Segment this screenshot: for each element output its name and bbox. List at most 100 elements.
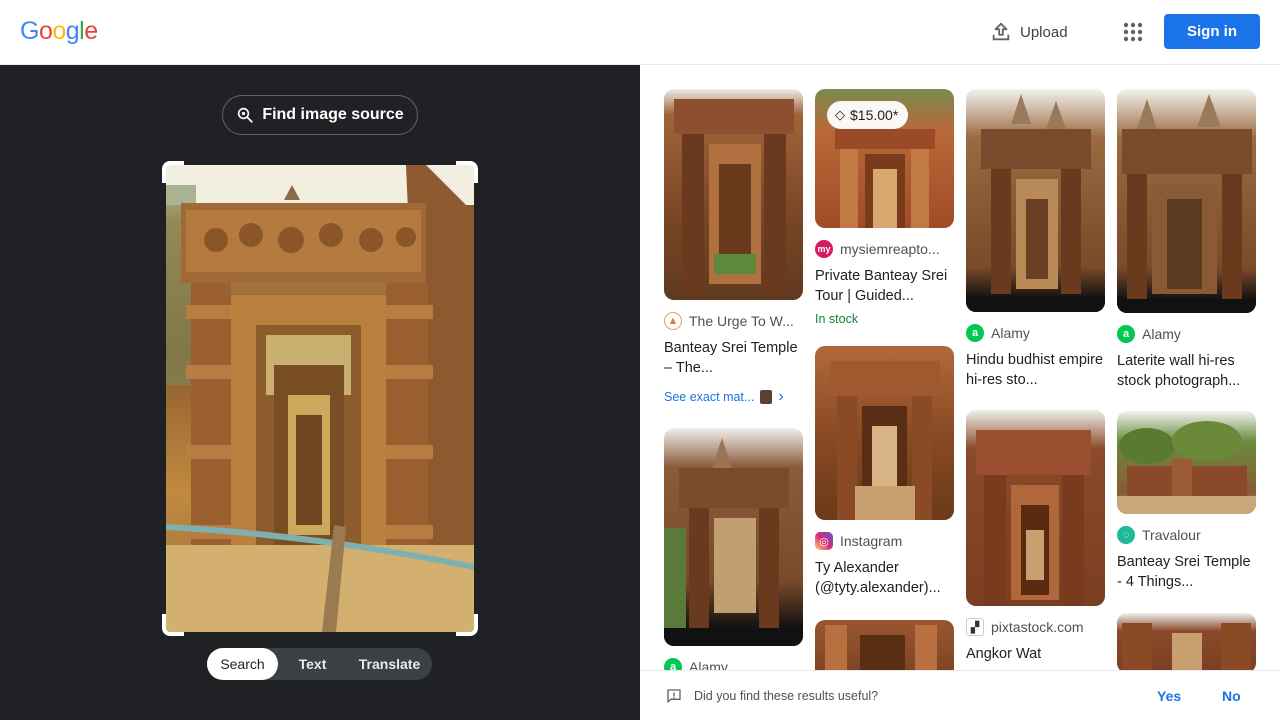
temple-doorway-photo [166, 165, 474, 632]
result-source-name: Alamy [1142, 326, 1181, 342]
urge-favicon-icon: ▲ [664, 312, 682, 330]
feedback-yes-button[interactable]: Yes [1157, 688, 1181, 704]
crop-handle[interactable] [456, 614, 478, 636]
travalour-favicon-icon: ◌ [1117, 526, 1135, 544]
feedback-icon [667, 689, 681, 703]
result-source-name: Alamy [689, 659, 728, 670]
temple-thumbnail [1117, 421, 1256, 514]
result-source[interactable]: ◌ Travalour [1117, 526, 1256, 544]
result-card[interactable]: a Alamy Hindu budhist empire hi-res sto.… [966, 89, 1105, 390]
result-thumbnail[interactable] [1117, 411, 1256, 514]
find-image-source-label: Find image source [262, 106, 404, 123]
temple-thumbnail [1117, 94, 1256, 313]
temple-thumbnail [674, 99, 794, 294]
tab-search[interactable]: Search [207, 648, 278, 680]
crop-handle[interactable] [162, 614, 184, 636]
query-image-pane: Find image source Search Text Translate [0, 65, 640, 720]
result-title[interactable]: Hindu budhist empire hi-res sto... [966, 350, 1105, 390]
result-thumbnail[interactable] [664, 89, 803, 300]
result-source-name: Instagram [840, 533, 903, 549]
stock-status: In stock [815, 312, 859, 326]
query-image [166, 165, 474, 632]
exact-match-thumb-icon [760, 390, 773, 404]
result-title[interactable]: Banteay Srei Temple - 4 Things... [1117, 552, 1256, 592]
result-source[interactable]: ▲ The Urge To W... [664, 312, 803, 330]
result-source-name: mysiemreapto... [840, 241, 940, 257]
logo-letter: g [65, 17, 80, 45]
upload-button[interactable]: Upload [990, 20, 1068, 44]
result-source-name: Alamy [991, 325, 1030, 341]
upload-label: Upload [1020, 23, 1068, 41]
pixtastock-favicon-icon: ▞ [966, 618, 984, 636]
upload-icon [992, 22, 1010, 41]
result-card[interactable]: a Alamy [664, 428, 803, 670]
visual-matches-grid: ▲ The Urge To W... Banteay Srei Temple –… [640, 65, 1280, 670]
crop-handle[interactable] [162, 161, 184, 183]
crop-handle[interactable] [456, 161, 478, 183]
result-thumbnail[interactable]: ◇ $15.00* [815, 89, 954, 228]
alamy-favicon-icon: a [966, 324, 984, 342]
result-source[interactable]: my mysiemreapto... [815, 240, 954, 258]
result-source-name: pixtastock.com [991, 619, 1084, 635]
google-logo[interactable]: Google [20, 17, 98, 46]
result-thumbnail[interactable] [966, 89, 1105, 312]
temple-thumbnail [830, 361, 940, 520]
temple-thumbnail [825, 625, 937, 670]
instagram-favicon-icon: ◎ [815, 532, 833, 550]
result-card[interactable]: ◎ Instagram Ty Alexander (@tyty.alexande… [815, 346, 954, 598]
logo-letter: e [84, 17, 98, 45]
result-card[interactable]: ◇ $15.00* my mysiemreapto... Private Ban… [815, 89, 954, 326]
search-mode-tabs: Search Text Translate [207, 648, 432, 680]
result-card[interactable]: ◌ Travalour Banteay Srei Temple - 4 Thin… [1117, 411, 1256, 592]
result-source[interactable]: a Alamy [664, 658, 803, 670]
logo-letter: o [38, 17, 53, 45]
temple-thumbnail [976, 430, 1091, 606]
alamy-favicon-icon: a [1117, 325, 1135, 343]
result-title[interactable]: Ty Alexander (@tyty.alexander)... [815, 558, 954, 598]
feedback-bar: Did you find these results useful? Yes N… [640, 670, 1280, 720]
result-card[interactable]: a Alamy Laterite wall hi-res stock photo… [1117, 89, 1256, 391]
result-source[interactable]: ◎ Instagram [815, 532, 954, 550]
result-title[interactable]: Laterite wall hi-res stock photograph... [1117, 351, 1256, 391]
temple-thumbnail [966, 94, 1105, 312]
temple-thumbnail [1122, 623, 1251, 670]
chevron-right-icon: › [778, 388, 784, 405]
price-value: $15.00* [850, 107, 899, 123]
alamy-favicon-icon: a [664, 658, 682, 670]
logo-letter: G [20, 17, 39, 45]
tab-text[interactable]: Text [278, 648, 347, 680]
result-title[interactable]: Angkor Wat [966, 644, 1105, 664]
result-thumbnail[interactable] [966, 410, 1105, 606]
result-card[interactable]: ▞ pixtastock.com Angkor Wat [966, 410, 1105, 664]
lens-search-icon [238, 107, 253, 123]
sign-in-button[interactable]: Sign in [1164, 14, 1260, 49]
top-bar: Google Upload Sign in [0, 0, 1280, 65]
query-image-crop[interactable] [162, 161, 478, 636]
result-card[interactable] [1117, 613, 1256, 670]
see-exact-matches-link[interactable]: See exact mat... › [664, 388, 803, 406]
mysiemreap-favicon-icon: my [815, 240, 833, 258]
result-source[interactable]: a Alamy [1117, 325, 1256, 343]
result-card[interactable] [815, 620, 954, 670]
feedback-no-button[interactable]: No [1222, 688, 1241, 704]
result-source[interactable]: ▞ pixtastock.com [966, 618, 1105, 636]
apps-grid-icon[interactable] [1121, 20, 1145, 44]
result-card[interactable]: ▲ The Urge To W... Banteay Srei Temple –… [664, 89, 803, 406]
result-thumbnail[interactable] [815, 346, 954, 520]
result-source[interactable]: a Alamy [966, 324, 1105, 342]
temple-thumbnail [664, 438, 803, 646]
result-title[interactable]: Banteay Srei Temple – The... [664, 338, 803, 378]
result-thumbnail[interactable] [1117, 89, 1256, 313]
result-title[interactable]: Private Banteay Srei Tour | Guided... [815, 266, 954, 306]
result-source-name: Travalour [1142, 527, 1201, 543]
logo-letter: o [52, 17, 66, 45]
result-source-name: The Urge To W... [689, 313, 794, 329]
result-thumbnail[interactable] [815, 620, 954, 670]
price-tag-icon: ◇ [835, 107, 845, 122]
result-thumbnail[interactable] [1117, 613, 1256, 670]
tab-translate[interactable]: Translate [347, 648, 432, 680]
result-thumbnail[interactable] [664, 428, 803, 646]
find-image-source-button[interactable]: Find image source [222, 95, 418, 135]
feedback-question: Did you find these results useful? [694, 688, 879, 703]
see-exact-matches-label: See exact mat... [664, 390, 755, 404]
